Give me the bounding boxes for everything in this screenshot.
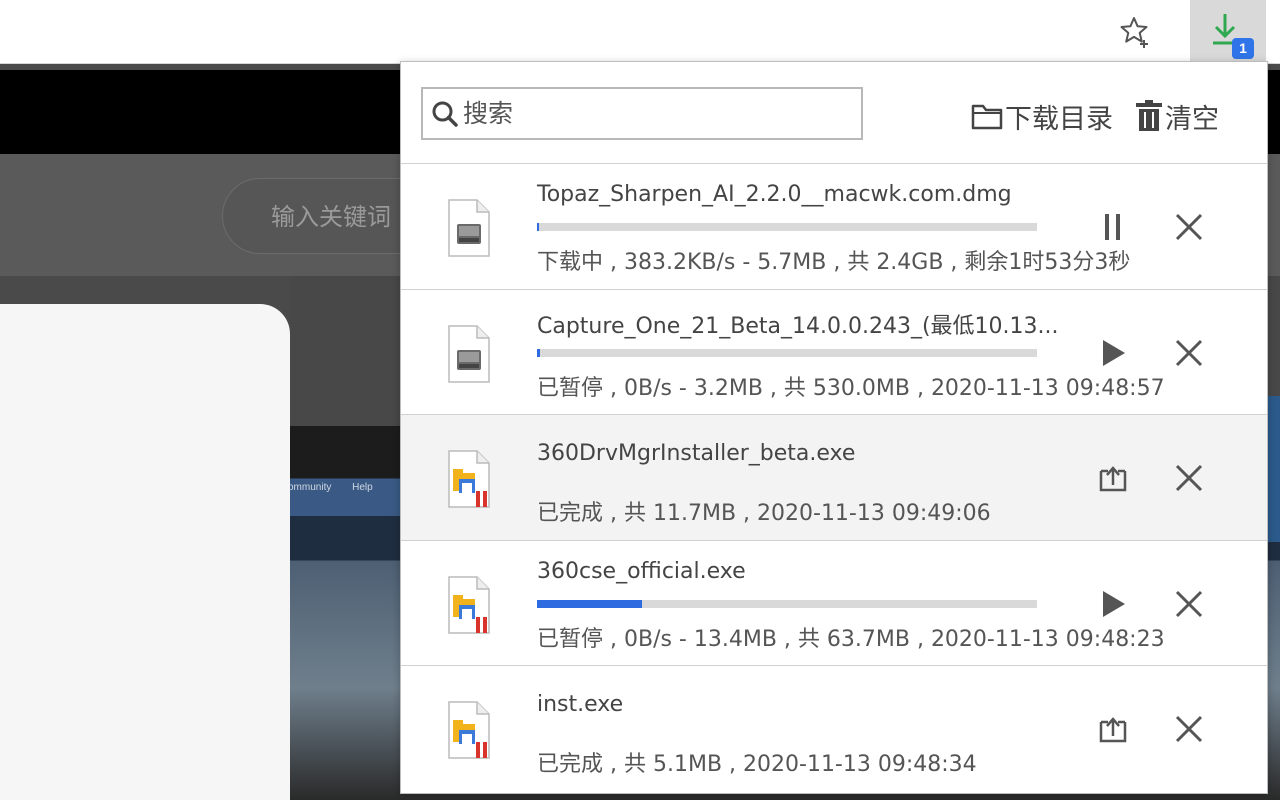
open-folder-icon — [1099, 466, 1127, 492]
page-menu-item: Help — [352, 482, 373, 493]
remove-button[interactable] — [1169, 333, 1209, 373]
download-status: 已暂停 , 0B/s - 3.2MB , 共 530.0MB , 2020-11… — [537, 375, 1165, 401]
dmg-file-icon — [445, 198, 493, 258]
trash-icon — [1136, 100, 1162, 131]
play-icon — [1103, 590, 1125, 617]
remove-button[interactable] — [1169, 207, 1209, 247]
search-input[interactable] — [463, 99, 843, 128]
bookmark-star-icon[interactable] — [1116, 12, 1156, 52]
exe-file-icon — [445, 449, 493, 509]
download-item[interactable]: 360cse_official.exe 已暂停 , 0B/s - 13.4MB … — [401, 540, 1267, 666]
clear-button[interactable]: 清空 — [1135, 96, 1219, 136]
file-name[interactable]: 360cse_official.exe — [537, 559, 746, 584]
download-item[interactable]: 360DrvMgrInstaller_beta.exe 已完成 , 共 11.7… — [401, 415, 1267, 541]
address-bar[interactable] — [0, 0, 1172, 60]
download-count-badge: 1 — [1232, 38, 1254, 59]
download-list: Topaz_Sharpen_AI_2.2.0__macwk.com.dmg 下载… — [401, 164, 1267, 792]
download-dir-button[interactable]: 下载目录 — [971, 96, 1113, 136]
download-extension-button[interactable] — [1190, 0, 1266, 62]
pause-icon — [1105, 214, 1120, 240]
download-status: 已暂停 , 0B/s - 13.4MB , 共 63.7MB , 2020-11… — [537, 626, 1165, 652]
search-box[interactable] — [421, 87, 863, 140]
remove-button[interactable] — [1169, 584, 1209, 624]
folder-icon — [971, 104, 1003, 130]
page-card — [0, 304, 290, 800]
progress-fill — [537, 223, 539, 231]
downloads-popup: 下载目录 清空 T — [400, 61, 1268, 794]
show-in-folder-button[interactable] — [1093, 458, 1133, 498]
file-name[interactable]: inst.exe — [537, 692, 623, 717]
progress-fill — [537, 348, 540, 357]
download-dir-label: 下载目录 — [1005, 103, 1113, 135]
close-icon — [1175, 590, 1203, 617]
progress-bar — [537, 348, 1037, 357]
show-in-folder-button[interactable] — [1093, 709, 1133, 749]
download-status: 已完成 , 共 5.1MB , 2020-11-13 09:48:34 — [537, 752, 977, 777]
browser-toolbar: 1 — [0, 0, 1280, 64]
close-icon — [1175, 213, 1203, 241]
download-status: 已完成 , 共 11.7MB , 2020-11-13 09:49:06 — [537, 501, 991, 526]
pause-button[interactable] — [1093, 207, 1133, 247]
page-menu-item: ommunity — [288, 482, 332, 493]
search-icon — [432, 101, 458, 127]
popup-header: 下载目录 清空 — [401, 62, 1267, 164]
download-item[interactable]: Topaz_Sharpen_AI_2.2.0__macwk.com.dmg 下载… — [401, 164, 1267, 290]
file-name[interactable]: Topaz_Sharpen_AI_2.2.0__macwk.com.dmg — [537, 182, 1012, 207]
close-icon — [1175, 715, 1203, 743]
remove-button[interactable] — [1169, 458, 1209, 498]
page-side-element — [1266, 396, 1280, 542]
play-icon — [1103, 339, 1125, 366]
exe-file-icon — [445, 575, 493, 635]
progress-bar — [537, 223, 1037, 231]
download-item[interactable]: inst.exe 已完成 , 共 5.1MB , 2020-11-13 09:4… — [401, 666, 1267, 792]
remove-button[interactable] — [1169, 709, 1209, 749]
file-name[interactable]: Capture_One_21_Beta_14.0.0.243_(最低10.13.… — [537, 308, 1059, 340]
file-name[interactable]: 360DrvMgrInstaller_beta.exe — [537, 441, 855, 466]
download-status: 下载中 , 383.2KB/s - 5.7MB , 共 2.4GB , 剩余1时… — [537, 250, 1131, 275]
dmg-file-icon — [445, 324, 493, 384]
page-menu-text: ommunity Help — [288, 482, 391, 493]
resume-button[interactable] — [1093, 333, 1133, 373]
progress-fill — [537, 599, 642, 608]
exe-file-icon — [445, 700, 493, 760]
open-folder-icon — [1099, 717, 1127, 743]
clear-label: 清空 — [1165, 103, 1219, 135]
download-item[interactable]: Capture_One_21_Beta_14.0.0.243_(最低10.13.… — [401, 289, 1267, 415]
close-icon — [1175, 464, 1203, 492]
close-icon — [1175, 339, 1203, 366]
progress-bar — [537, 599, 1037, 608]
resume-button[interactable] — [1093, 584, 1133, 624]
